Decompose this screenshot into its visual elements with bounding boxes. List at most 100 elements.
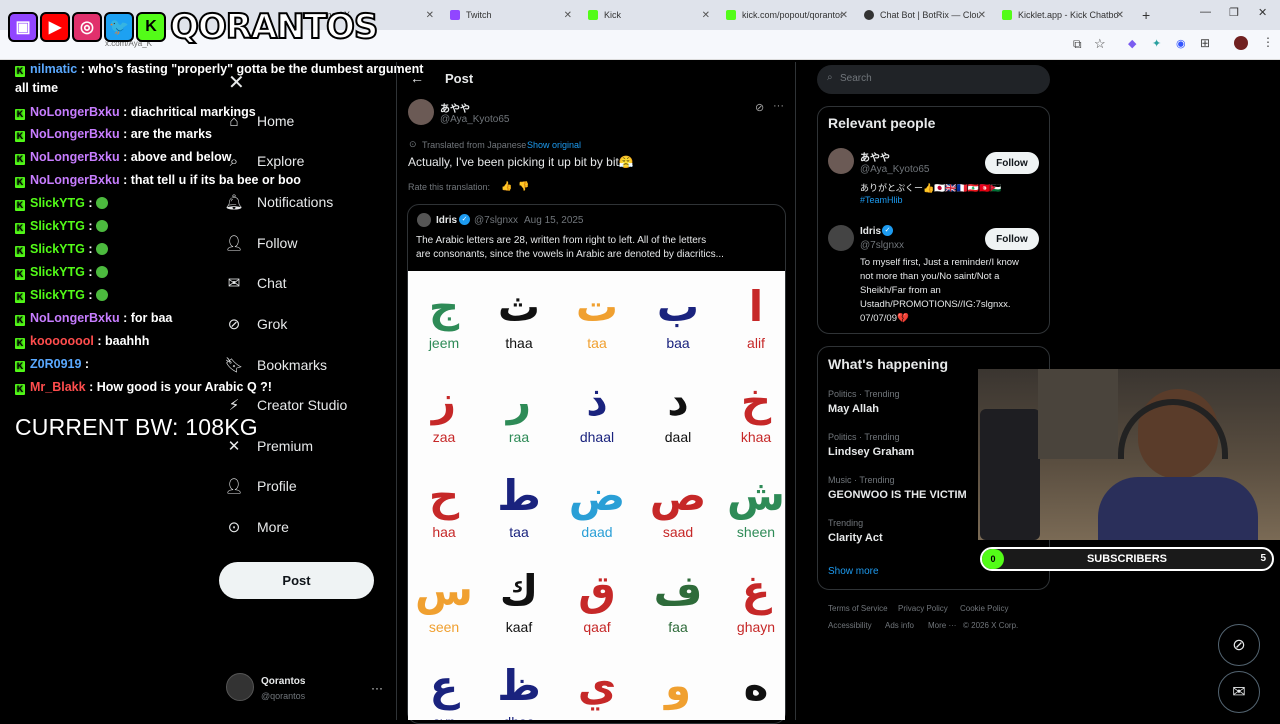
arabic-letter: ت taa <box>567 279 627 351</box>
close-tab-icon[interactable]: ✕ <box>1116 10 1124 21</box>
nav-item-grok[interactable]: ⊘ Grok <box>225 315 288 333</box>
person-avatar[interactable] <box>828 225 854 251</box>
messages-float-button[interactable]: ✉ <box>1218 671 1260 713</box>
nav-item-premium[interactable]: ✕ Premium <box>225 437 313 455</box>
person-name[interactable]: Idris <box>860 226 881 237</box>
chat-message: K SlickYTG : <box>15 196 109 211</box>
trend-name[interactable]: GEONWOO IS THE VICTIM <box>828 489 967 501</box>
follow-button[interactable]: Follow <box>985 152 1039 174</box>
arabic-letter: ص saad <box>648 468 708 540</box>
footer-link[interactable]: Terms of Service <box>828 604 888 613</box>
maximize-icon[interactable]: ❐ <box>1229 6 1239 19</box>
nav-item-more[interactable]: ⊙ More <box>225 518 289 536</box>
person-name[interactable]: あやや <box>860 149 890 164</box>
letter-name: raa <box>508 429 530 445</box>
nav-item-label: Profile <box>257 478 297 494</box>
trend-name[interactable]: Clarity Act <box>828 532 883 544</box>
nav-item-home[interactable]: ⌂ Home <box>225 112 294 130</box>
x-logo-icon[interactable]: ✕ <box>228 70 245 95</box>
close-tab-icon[interactable]: ✕ <box>426 10 434 21</box>
author-name[interactable]: あやや <box>440 100 470 115</box>
browser-menu-icon[interactable]: ⋮ <box>1262 35 1274 49</box>
browser-tab[interactable]: Chat Bot | BotRix — Cloud ✕ <box>858 4 992 26</box>
chat-username: NoLongerBxku <box>30 150 120 164</box>
kick-favicon-icon <box>726 10 736 20</box>
show-more-link[interactable]: Show more <box>828 566 879 577</box>
post-more-icon[interactable]: ··· <box>773 100 784 112</box>
post-button[interactable]: Post <box>219 562 374 599</box>
nav-item-chat[interactable]: ✉ Chat <box>225 274 287 292</box>
account-avatar[interactable] <box>226 673 254 701</box>
bookmark-star-icon[interactable]: ☆ <box>1094 36 1106 52</box>
bell-icon: 🔔︎ <box>224 194 244 211</box>
nav-item-explore[interactable]: ⌕ Explore <box>225 152 305 170</box>
letter-glyph: ط <box>497 471 541 520</box>
extensions-puzzle-icon[interactable]: ⊞ <box>1200 36 1210 50</box>
more-circle-icon: ⊙ <box>227 519 241 536</box>
trend-name[interactable]: Lindsey Graham <box>828 446 914 458</box>
profile-avatar[interactable] <box>1234 36 1248 50</box>
extension-icon[interactable]: ◉ <box>1176 37 1186 50</box>
nav-item-creator-studio[interactable]: ⚡︎ Creator Studio <box>225 396 348 414</box>
x-logo-icon: ✕ <box>227 438 241 455</box>
minimize-icon[interactable]: — <box>1200 6 1211 18</box>
nav-item-profile[interactable]: 👤︎ Profile <box>224 477 297 495</box>
mail-icon: ✉ <box>227 275 241 292</box>
show-original-link[interactable]: Show original <box>527 140 581 150</box>
kick-badge-icon: K <box>15 66 25 77</box>
author-avatar[interactable] <box>408 99 434 125</box>
arabic-letter: ه <box>726 658 785 714</box>
close-window-icon[interactable]: ✕ <box>1258 6 1267 19</box>
thumbs-down-icon[interactable]: 👎 <box>518 181 529 192</box>
chat-username: SlickYTG <box>30 219 85 233</box>
arabic-letter: ع ayn <box>414 658 474 720</box>
browser-tab[interactable]: kick.com/popout/qorantos ✕ <box>720 4 854 26</box>
extension-icon[interactable]: ◆ <box>1128 37 1136 50</box>
new-tab-button[interactable]: + <box>1136 4 1156 26</box>
grok-icon[interactable]: ⊘ <box>755 101 764 114</box>
arabic-letter: س seen <box>414 563 474 635</box>
follow-button[interactable]: Follow <box>985 228 1039 250</box>
browser-tab[interactable]: Kick ✕ <box>582 4 716 26</box>
search-input[interactable]: Search <box>840 73 872 84</box>
account-more-icon[interactable]: ··· <box>371 681 383 695</box>
close-tab-icon[interactable]: ✕ <box>702 10 710 21</box>
nav-item-notifications[interactable]: 🔔︎ Notifications <box>224 193 333 211</box>
footer-link[interactable]: More ··· <box>928 621 956 630</box>
footer-link[interactable]: Ads info <box>885 621 914 630</box>
person-avatar[interactable] <box>828 148 854 174</box>
footer-link[interactable]: Privacy Policy <box>898 604 948 613</box>
chat-username: NoLongerBxku <box>30 127 120 141</box>
nav-item-label: Creator Studio <box>257 397 348 413</box>
arabic-alphabet-image[interactable]: ج jeem ث thaa ت taa ب baa ا alif ز zaa ر raa ذ dhaal د da… <box>408 271 785 720</box>
arabic-letter: ض daad <box>567 468 627 540</box>
chat-username: SlickYTG <box>30 242 85 256</box>
trend-name[interactable]: May Allah <box>828 403 879 415</box>
thumbs-up-icon[interactable]: 👍 <box>501 181 512 192</box>
chat-message: K NoLongerBxku : for baa <box>15 311 172 326</box>
letter-glyph: غ <box>741 566 771 615</box>
nav-item-bookmarks[interactable]: 🔖︎ Bookmarks <box>224 356 327 374</box>
install-icon[interactable]: ⧉ <box>1073 37 1082 52</box>
browser-tab[interactable]: Twitch ✕ <box>444 4 578 26</box>
trend-category: Trending <box>828 518 864 528</box>
footer-link[interactable]: Cookie Policy <box>960 604 1008 613</box>
close-tab-icon[interactable]: ✕ <box>840 10 848 21</box>
browser-tab[interactable]: Kicklet.app - Kick Chatbot ✕ <box>996 4 1130 26</box>
close-tab-icon[interactable]: ✕ <box>978 10 986 21</box>
letter-name: saad <box>662 524 694 540</box>
arabic-letter: د daal <box>648 373 708 445</box>
arabic-letter: ذ dhaal <box>567 373 627 445</box>
grok-float-button[interactable]: ⊘ <box>1218 624 1260 666</box>
footer-link[interactable]: © 2026 X Corp. <box>963 621 1018 630</box>
person-hashtag[interactable]: #TeamHlib <box>860 195 903 205</box>
letter-glyph: ث <box>497 282 541 331</box>
search-bar[interactable]: ⌕ Search <box>817 65 1050 94</box>
back-arrow-icon[interactable]: ← <box>410 70 424 86</box>
author-handle[interactable]: @Aya_Kyoto65 <box>440 114 509 125</box>
extension-icon[interactable]: ✦ <box>1152 37 1161 50</box>
nav-item-follow[interactable]: 👤︎ Follow <box>224 234 297 252</box>
footer-link[interactable]: Accessibility <box>828 621 872 630</box>
close-tab-icon[interactable]: ✕ <box>564 10 572 21</box>
letter-name: jeem <box>428 335 460 351</box>
